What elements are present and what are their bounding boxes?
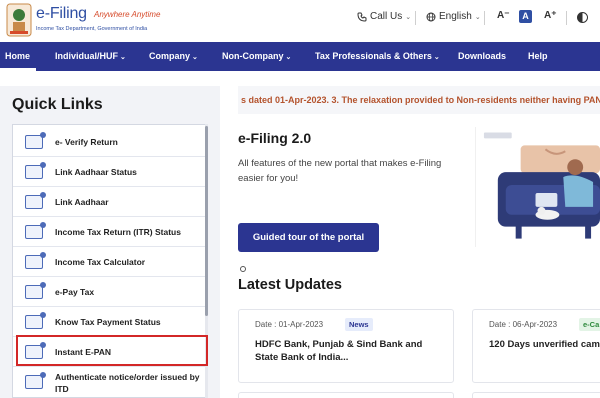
- quick-link-label: Income Tax Calculator: [55, 257, 146, 267]
- quick-links-title: Quick Links: [12, 96, 103, 113]
- nav-company-label: Company: [149, 51, 191, 61]
- latest-updates-title: Latest Updates: [238, 277, 342, 293]
- top-header: e-Filing Anywhere Anytime Income Tax Dep…: [0, 0, 600, 42]
- quick-link-label: Know Tax Payment Status: [55, 317, 161, 327]
- header-divider: [566, 11, 567, 25]
- update-card[interactable]: Date : 06-Apr-2023 e-Ca 120 Days unverif…: [472, 309, 600, 383]
- call-us-label: Call Us: [370, 11, 403, 22]
- update-card[interactable]: Date : 01-Apr-2023 News HDFC Bank, Punja…: [238, 309, 454, 383]
- font-decrease-button[interactable]: A⁻: [497, 10, 510, 21]
- nav-downloads[interactable]: Downloads: [458, 51, 506, 61]
- hero-illustration: [475, 127, 600, 247]
- header-divider: [484, 11, 485, 25]
- ticker-text: s dated 01-Apr-2023. 3. The relaxation p…: [241, 95, 600, 105]
- update-card[interactable]: [472, 392, 600, 398]
- globe-icon: [426, 12, 436, 21]
- nav-downloads-label: Downloads: [458, 51, 507, 61]
- aadhaar-status-icon: [25, 162, 46, 179]
- epay-tax-icon: [25, 282, 46, 299]
- nav-home-label: Home: [5, 51, 31, 61]
- update-headline: 120 Days unverified cam: [489, 339, 600, 350]
- update-headline: HDFC Bank, Punjab & Sind Bank and State …: [255, 339, 423, 363]
- payment-status-icon: [25, 312, 46, 329]
- quick-link-label: Link Aadhaar Status: [55, 167, 137, 177]
- verify-return-icon: [25, 132, 46, 149]
- quick-link-e-verify-return[interactable]: e- Verify Return: [13, 127, 205, 157]
- language-dropdown[interactable]: English ⌄: [426, 11, 481, 22]
- instant-epan-highlight: [16, 335, 208, 366]
- nav-non-company[interactable]: Non-Company ⌄: [222, 51, 291, 61]
- update-date: Date : 06-Apr-2023: [489, 320, 558, 329]
- hero-description: All features of the new portal that make…: [238, 158, 442, 184]
- nav-company[interactable]: Company ⌄: [149, 51, 198, 61]
- font-increase-button[interactable]: A⁺: [544, 10, 557, 21]
- quick-link-e-pay-tax[interactable]: e-Pay Tax: [13, 277, 205, 307]
- hero-title: e-Filing 2.0: [238, 130, 312, 146]
- quick-link-label: Income Tax Return (ITR) Status: [55, 227, 181, 237]
- quick-link-tax-calculator[interactable]: Income Tax Calculator: [13, 247, 205, 277]
- chevron-down-icon: ⌄: [474, 13, 481, 21]
- call-us-dropdown[interactable]: Call Us ⌄: [357, 11, 411, 22]
- nav-tax-professionals-label: Tax Professionals & Others: [315, 51, 432, 61]
- nav-non-company-label: Non-Company: [222, 51, 284, 61]
- news-badge: News: [345, 318, 373, 331]
- quick-link-aadhaar-status[interactable]: Link Aadhaar Status: [13, 157, 205, 187]
- header-divider: [415, 11, 416, 25]
- chevron-down-icon: ⌄: [405, 13, 412, 21]
- brand-tagline: Anywhere Anytime: [94, 10, 161, 19]
- quick-link-label: e- Verify Return: [55, 137, 118, 147]
- active-nav-indicator: [0, 68, 36, 71]
- efiling-logo[interactable]: e-Filing Anywhere Anytime Income Tax Dep…: [6, 3, 166, 39]
- chevron-down-icon: ⌄: [192, 54, 198, 61]
- department-name: Income Tax Department, Government of Ind…: [36, 26, 148, 32]
- brand-name: e-Filing: [36, 5, 87, 22]
- font-normal-button[interactable]: A: [519, 10, 532, 23]
- e-campaign-badge: e-Ca: [579, 318, 600, 331]
- contrast-toggle-icon[interactable]: [577, 12, 588, 23]
- update-date: Date : 01-Apr-2023: [255, 320, 324, 329]
- chevron-down-icon: ⌄: [120, 54, 126, 61]
- nav-individual-huf-label: Individual/HUF: [55, 51, 118, 61]
- link-aadhaar-icon: [25, 192, 46, 209]
- nav-tax-professionals[interactable]: Tax Professionals & Others ⌄: [315, 51, 440, 61]
- quick-link-authenticate-notice[interactable]: Authenticate notice/order issued by ITD: [13, 367, 205, 397]
- main-navigation: Home Individual/HUF ⌄ Company ⌄ Non-Compan…: [0, 42, 600, 71]
- chevron-down-icon: ⌄: [285, 54, 292, 61]
- nav-help-label: Help: [528, 51, 548, 61]
- nav-help[interactable]: Help: [528, 51, 548, 61]
- language-label: English: [439, 11, 472, 22]
- calculator-icon: [25, 252, 46, 269]
- authenticate-notice-icon: [25, 372, 46, 389]
- national-emblem-icon: [6, 3, 32, 37]
- announcement-ticker[interactable]: s dated 01-Apr-2023. 3. The relaxation p…: [238, 86, 600, 114]
- quick-link-link-aadhaar[interactable]: Link Aadhaar: [13, 187, 205, 217]
- phone-icon: [357, 12, 367, 22]
- quick-link-payment-status[interactable]: Know Tax Payment Status: [13, 307, 205, 337]
- itr-status-icon: [25, 222, 46, 239]
- nav-home[interactable]: Home: [5, 51, 30, 61]
- quick-link-label: e-Pay Tax: [55, 287, 95, 297]
- quick-link-itr-status[interactable]: Income Tax Return (ITR) Status: [13, 217, 205, 247]
- quick-link-label: Authenticate notice/order issued by ITD: [55, 372, 200, 394]
- chevron-down-icon: ⌄: [433, 54, 440, 61]
- quick-links-scrollbar-thumb[interactable]: [205, 126, 208, 316]
- update-card[interactable]: [238, 392, 454, 398]
- nav-individual-huf[interactable]: Individual/HUF ⌄: [55, 51, 126, 61]
- carousel-dot[interactable]: [240, 266, 246, 272]
- guided-tour-button[interactable]: Guided tour of the portal: [238, 223, 379, 252]
- quick-link-label: Link Aadhaar: [55, 197, 109, 207]
